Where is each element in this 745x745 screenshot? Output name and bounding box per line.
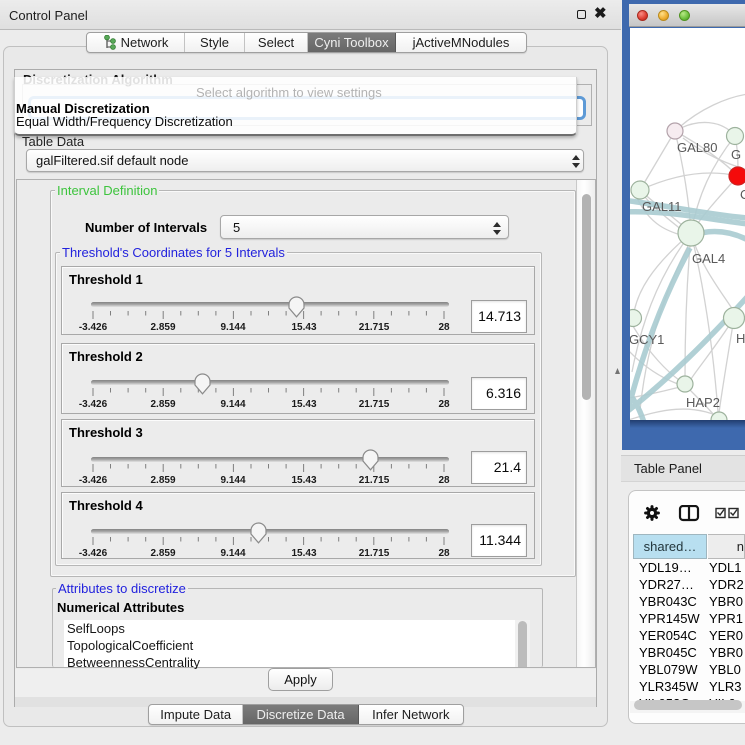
svg-text:C: C bbox=[740, 187, 745, 202]
svg-text:GAL80: GAL80 bbox=[677, 140, 717, 155]
svg-text:HAP2: HAP2 bbox=[686, 395, 720, 410]
svg-text:G: G bbox=[731, 147, 741, 162]
svg-text:GCY1: GCY1 bbox=[630, 332, 664, 347]
svg-text:GAL4: GAL4 bbox=[692, 251, 725, 266]
svg-text:GAL11: GAL11 bbox=[642, 199, 682, 214]
svg-text:H: H bbox=[736, 331, 745, 346]
